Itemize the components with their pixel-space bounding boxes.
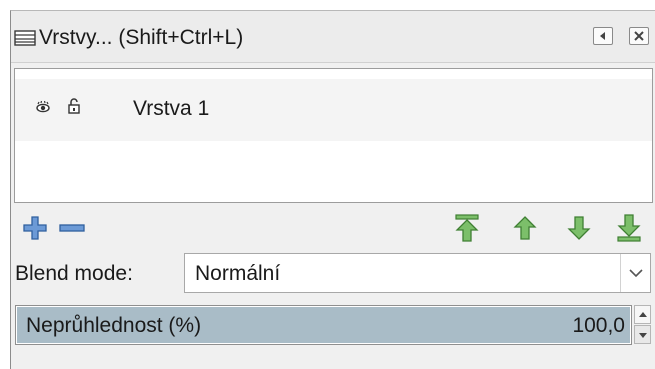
raise-to-top-button[interactable] xyxy=(452,213,482,243)
panel-title: Vrstvy... (Shift+Ctrl+L) xyxy=(39,26,244,49)
blend-mode-select[interactable]: Normální xyxy=(184,253,651,293)
close-button[interactable] xyxy=(629,27,649,45)
remove-layer-icon xyxy=(57,213,87,243)
blend-dropdown-button[interactable] xyxy=(620,254,650,292)
panel-titlebar: Vrstvy... (Shift+Ctrl+L) xyxy=(11,11,655,63)
layer-name: Vrstva 1 xyxy=(133,97,210,120)
opacity-label: Neprůhlednost (%) xyxy=(26,314,202,337)
layer-row[interactable]: Vrstva 1 xyxy=(15,79,652,141)
lower-button[interactable] xyxy=(564,213,594,243)
add-layer-button[interactable] xyxy=(20,213,50,243)
lower-to-bottom-icon xyxy=(614,213,644,243)
layer-list: Vrstva 1 xyxy=(14,68,653,203)
collapse-button[interactable] xyxy=(593,27,613,45)
layers-icon xyxy=(14,30,38,46)
opacity-value: 100,0 xyxy=(572,314,625,337)
lock-icon[interactable] xyxy=(67,97,81,120)
opacity-slider[interactable]: Neprůhlednost (%) 100,0 xyxy=(15,305,632,345)
spin-down-button[interactable] xyxy=(634,325,651,344)
eye-icon[interactable] xyxy=(35,100,51,119)
raise-to-top-icon xyxy=(452,213,482,243)
add-layer-icon xyxy=(20,213,50,243)
blend-mode-value: Normální xyxy=(195,262,281,285)
opacity-spinner xyxy=(634,305,653,345)
remove-layer-button[interactable] xyxy=(57,213,87,243)
layer-toolbar xyxy=(11,208,655,248)
lower-to-bottom-button[interactable] xyxy=(614,213,644,243)
lower-icon xyxy=(564,213,594,243)
layers-panel: Vrstvy... (Shift+Ctrl+L) Vrstva 1 Blend … xyxy=(10,10,655,369)
raise-button[interactable] xyxy=(510,213,540,243)
raise-icon xyxy=(510,213,540,243)
blend-mode-label: Blend mode: xyxy=(15,262,133,285)
spin-up-button[interactable] xyxy=(634,305,651,324)
